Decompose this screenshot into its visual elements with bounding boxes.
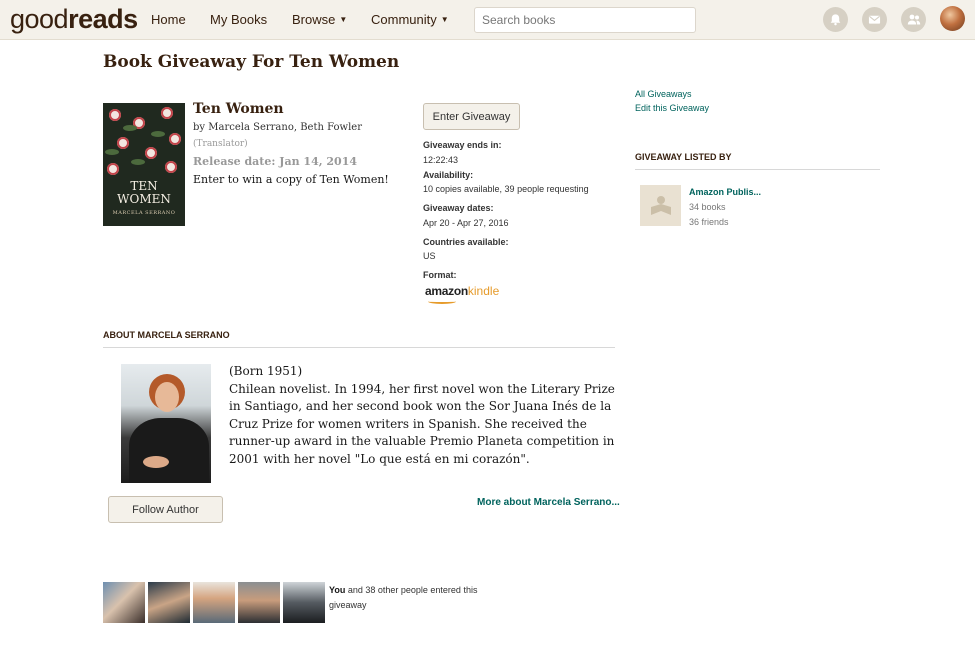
about-author-heading: ABOUT MARCELA SERRANO bbox=[103, 330, 230, 340]
entrant-avatar[interactable] bbox=[238, 582, 280, 623]
cover-author: MARCELA SERRANO bbox=[112, 210, 176, 216]
entrant-avatar[interactable] bbox=[283, 582, 325, 623]
book-cover-image[interactable]: TEN WOMEN MARCELA SERRANO bbox=[103, 103, 185, 226]
more-about-author-link[interactable]: More about Marcela Serrano... bbox=[477, 497, 620, 508]
goodreads-logo[interactable]: goodreads bbox=[10, 4, 138, 35]
chevron-down-icon: ▼ bbox=[339, 15, 348, 24]
mail-icon[interactable] bbox=[862, 7, 887, 32]
nav-home[interactable]: Home bbox=[151, 12, 186, 27]
availability-value: 10 copies available, 39 people requestin… bbox=[423, 184, 589, 194]
reader-icon bbox=[650, 195, 671, 215]
availability-label: Availability: bbox=[423, 170, 474, 180]
countries-value: US bbox=[423, 251, 436, 261]
friends-icon[interactable] bbox=[901, 7, 926, 32]
all-giveaways-link[interactable]: All Giveaways bbox=[635, 89, 692, 99]
author-photo[interactable] bbox=[121, 364, 211, 483]
win-text: Enter to win a copy of Ten Women! bbox=[193, 173, 389, 186]
publisher-friends-count: 36 friends bbox=[689, 217, 729, 227]
author-bio: (Born 1951) Chilean novelist. In 1994, h… bbox=[229, 364, 615, 466]
nav-my-books[interactable]: My Books bbox=[210, 12, 267, 27]
amazon-smile-icon bbox=[428, 299, 456, 304]
dates-label: Giveaway dates: bbox=[423, 203, 494, 213]
publisher-name-link[interactable]: Amazon Publis... bbox=[689, 187, 761, 197]
book-authors: by Marcela Serrano, Beth Fowler bbox=[193, 122, 362, 133]
listed-by-heading: GIVEAWAY LISTED BY bbox=[635, 152, 732, 162]
bell-icon[interactable] bbox=[823, 7, 848, 32]
enter-giveaway-button[interactable]: Enter Giveaway bbox=[423, 103, 520, 130]
amazon-kindle-logo: amazonkindle bbox=[425, 284, 500, 298]
translator-note: (Translator) bbox=[193, 139, 248, 149]
countries-label: Countries available: bbox=[423, 237, 509, 247]
edit-giveaway-link[interactable]: Edit this Giveaway bbox=[635, 103, 709, 113]
ends-label: Giveaway ends in: bbox=[423, 140, 502, 150]
top-navigation-bar: goodreads Home My Books Browse ▼ Communit… bbox=[0, 0, 975, 40]
book-title[interactable]: Ten Women bbox=[193, 101, 284, 117]
entrant-avatar[interactable] bbox=[103, 582, 145, 623]
search-input[interactable] bbox=[474, 7, 696, 33]
entrant-avatar[interactable] bbox=[193, 582, 235, 623]
nav-community[interactable]: Community ▼ bbox=[371, 12, 449, 27]
chevron-down-icon: ▼ bbox=[440, 15, 449, 24]
follow-author-button[interactable]: Follow Author bbox=[108, 496, 223, 523]
page-title: Book Giveaway For Ten Women bbox=[103, 52, 400, 72]
entrant-avatar[interactable] bbox=[148, 582, 190, 623]
format-label: Format: bbox=[423, 270, 457, 280]
cover-title: TEN WOMEN bbox=[117, 179, 171, 206]
publisher-books-count: 34 books bbox=[689, 202, 726, 212]
author-link[interactable]: Marcela Serrano, Beth Fowler bbox=[208, 122, 362, 133]
divider bbox=[635, 169, 880, 170]
dates-value: Apr 20 - Apr 27, 2016 bbox=[423, 218, 509, 228]
release-date: Release date: Jan 14, 2014 bbox=[193, 155, 357, 168]
nav-browse[interactable]: Browse ▼ bbox=[292, 12, 347, 27]
ends-value: 12:22:43 bbox=[423, 155, 459, 165]
user-avatar[interactable] bbox=[940, 6, 965, 31]
entered-count-text: You and 38 other people entered this giv… bbox=[329, 585, 478, 610]
publisher-avatar[interactable] bbox=[640, 185, 681, 226]
divider bbox=[103, 347, 615, 348]
